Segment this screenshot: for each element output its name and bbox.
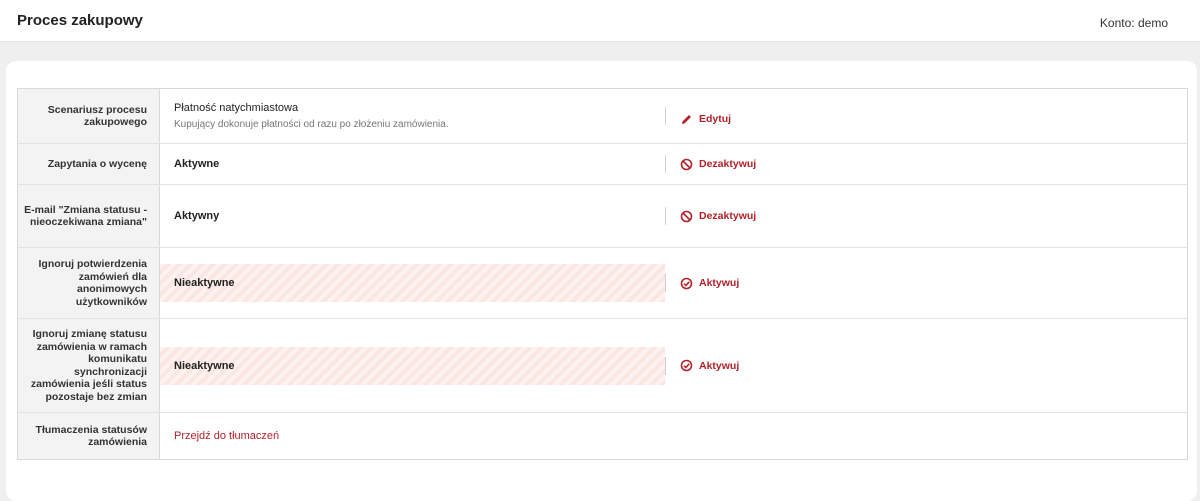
row-label: Scenariusz procesu zakupowego	[18, 89, 160, 143]
action-area: Edytuj	[665, 107, 1187, 125]
row-value: Aktywne	[174, 158, 220, 170]
activate-label: Aktywuj	[699, 277, 740, 289]
prohibited-icon	[680, 210, 693, 222]
account-label: Konto:	[1099, 16, 1135, 30]
top-bar: Proces zakupowy Konto: demo	[0, 0, 1200, 42]
row-label: Tłumaczenia statusów zamówienia	[18, 413, 160, 459]
settings-row-quote-requests: Zapytania o wycenę Aktywne Dezaktywuj	[18, 143, 1187, 184]
deactivate-button[interactable]: Dezaktywuj	[680, 210, 756, 223]
settings-card: Scenariusz procesu zakupowego Płatność n…	[6, 61, 1197, 501]
row-value-cell: Nieaktywne Aktywuj	[160, 248, 1187, 318]
row-label: Ignoruj zmianę statusu zamówienia w rama…	[18, 319, 160, 412]
deactivate-label: Dezaktywuj	[699, 158, 757, 170]
settings-row-purchase-scenario: Scenariusz procesu zakupowego Płatność n…	[18, 89, 1187, 143]
edit-button[interactable]: Edytuj	[680, 113, 731, 126]
row-value-cell: Nieaktywne Aktywuj	[160, 319, 1187, 412]
settings-table: Scenariusz procesu zakupowego Płatność n…	[17, 88, 1188, 460]
translations-link[interactable]: Przejdź do tłumaczeń	[160, 430, 279, 442]
page-title: Proces zakupowy	[17, 12, 143, 29]
scenario-description: Kupujący dokonuje płatności od razu po z…	[174, 119, 449, 130]
row-value: Aktywny	[174, 210, 220, 222]
activate-button[interactable]: Aktywuj	[680, 277, 739, 290]
row-value: Nieaktywne	[160, 264, 665, 302]
settings-row-status-email: E-mail "Zmiana statusu - nieoczekiwana z…	[18, 184, 1187, 247]
check-circle-icon	[680, 277, 693, 289]
row-value: Płatność natychmiastowa Kupujący dokonuj…	[160, 102, 665, 130]
prohibited-icon	[680, 158, 693, 170]
account-info: Konto: demo	[1100, 16, 1168, 30]
row-value-cell: Przejdź do tłumaczeń	[160, 413, 1187, 459]
edit-label: Edytuj	[699, 113, 732, 125]
action-area: Aktywuj	[665, 356, 1187, 375]
settings-row-ignore-anonymous-confirmations: Ignoruj potwierdzenia zamówień dla anoni…	[18, 247, 1187, 318]
deactivate-button[interactable]: Dezaktywuj	[680, 158, 756, 171]
action-area: Dezaktywuj	[665, 207, 1187, 225]
row-value-cell: Aktywne Dezaktywuj	[160, 144, 1187, 184]
action-area: Aktywuj	[665, 274, 1187, 292]
action-area: Dezaktywuj	[665, 155, 1187, 173]
deactivate-label: Dezaktywuj	[699, 210, 757, 222]
activate-label: Aktywuj	[699, 359, 740, 372]
row-value: Nieaktywne	[160, 346, 665, 385]
settings-row-ignore-status-sync: Ignoruj zmianę statusu zamówienia w rama…	[18, 318, 1187, 412]
row-label: Ignoruj potwierdzenia zamówień dla anoni…	[18, 248, 160, 318]
activate-button[interactable]: Aktywuj	[680, 359, 739, 372]
row-value-cell: Aktywny Dezaktywuj	[160, 185, 1187, 247]
row-value-cell: Płatność natychmiastowa Kupujący dokonuj…	[160, 89, 1187, 143]
scenario-value: Płatność natychmiastowa	[174, 102, 299, 114]
pencil-icon	[682, 114, 691, 124]
account-value: demo	[1137, 16, 1168, 30]
check-circle-icon	[680, 359, 693, 372]
row-label: E-mail "Zmiana statusu - nieoczekiwana z…	[18, 185, 160, 247]
row-label: Zapytania o wycenę	[18, 144, 160, 184]
settings-row-status-translations: Tłumaczenia statusów zamówienia Przejdź …	[18, 412, 1187, 459]
